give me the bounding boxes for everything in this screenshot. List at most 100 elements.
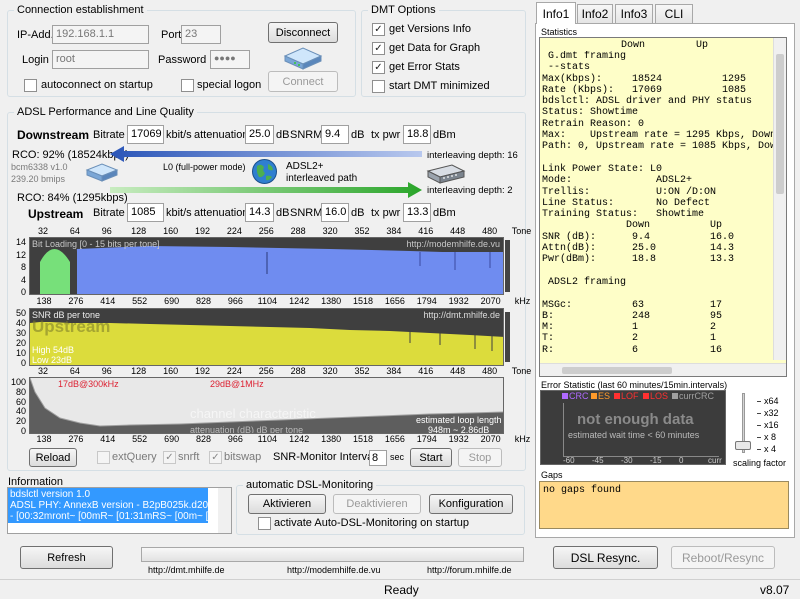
downstream-bitrate-value[interactable]: 17069 (127, 125, 164, 144)
versions-info-checkbox[interactable]: ✓ (372, 23, 385, 36)
upstream-interleave: interleaving depth: 2 (427, 185, 513, 196)
statistics-vscrollbar[interactable] (773, 38, 786, 360)
autoconnect-checkbox[interactable] (24, 79, 37, 92)
information-line: ADSL PHY: AnnexB version - B2pB025k.d20k… (10, 500, 208, 511)
start-minimized-checkbox[interactable] (372, 80, 385, 93)
axis-tick: 828 (195, 434, 212, 444)
refresh-button[interactable]: Refresh (20, 546, 113, 569)
snr-url: http://dmt.mhilfe.de (423, 310, 500, 320)
axis-tick: 966 (227, 434, 243, 444)
upstream-bitrate-unit: kbit/s (166, 207, 192, 219)
password-input[interactable]: ●●●● (210, 50, 250, 69)
special-logon-checkbox[interactable] (181, 79, 194, 92)
error-stats-checkbox[interactable]: ✓ (372, 61, 385, 74)
reboot-resync-button[interactable]: Reboot/Resync (671, 546, 775, 569)
tab-info2[interactable]: Info2 (577, 4, 613, 23)
downstream-interleave: interleaving depth: 16 (427, 150, 518, 161)
information-scrollbar[interactable] (218, 488, 231, 533)
y-axis-tick: 20 (15, 416, 26, 427)
axis-tick: 1518 (352, 434, 374, 444)
disconnect-button[interactable]: Disconnect (268, 22, 338, 43)
login-input[interactable]: root (52, 50, 149, 69)
scale-option[interactable]: x 4 (757, 443, 776, 455)
y-axis-tick: 50 (15, 308, 26, 318)
scale-tick-icon (757, 424, 761, 426)
upstream-txpwr-label: tx pwr (371, 207, 401, 219)
scale-option[interactable]: x32 (757, 407, 779, 419)
activate-button[interactable]: Aktivieren (248, 494, 326, 514)
power-mode: L0 (full-power mode) (163, 162, 246, 172)
tab-info1[interactable]: Info1 (536, 2, 576, 24)
axis-tick: 256 (258, 366, 274, 376)
snrft-label: snrft (178, 451, 200, 463)
axis-tick: kHz (514, 434, 531, 444)
configuration-button[interactable]: Konfiguration (429, 494, 513, 514)
upstream-atten-value[interactable]: 14.3 (245, 203, 274, 222)
version-label: v8.07 (760, 583, 790, 597)
statistics-hscrollbar[interactable] (540, 363, 786, 376)
ip-address-input[interactable]: 192.168.1.1 (52, 25, 149, 44)
snrft-checkbox[interactable]: ✓ (163, 451, 176, 464)
scale-label: x16 (764, 420, 779, 430)
upstream-bitrate-value[interactable]: 1085 (127, 203, 164, 222)
statistics-hscroll-thumb[interactable] (562, 367, 672, 374)
snr-high: High 54dB (32, 345, 75, 355)
scale-option[interactable]: x 8 (757, 431, 776, 443)
scale-option[interactable]: x64 (757, 395, 779, 407)
connect-button[interactable]: Connect (268, 71, 338, 92)
axis-tick: 128 (131, 226, 147, 236)
tab-info3[interactable]: Info3 (615, 4, 653, 23)
error-stat-legend: CRC ES LOF LOS currCRC (544, 391, 724, 401)
axis-tick: 276 (68, 296, 84, 306)
upstream-snrm-value[interactable]: 16.0 (321, 203, 349, 222)
bitswap-checkbox[interactable]: ✓ (209, 451, 222, 464)
downstream-txpwr-value[interactable]: 18.8 (403, 125, 431, 144)
downstream-snrm-value[interactable]: 9.4 (321, 125, 349, 144)
legend-label: ES (598, 391, 611, 401)
y-axis-tick: 8 (20, 262, 26, 272)
axis-tick: 160 (163, 366, 179, 376)
upstream-atten-label: attenuation (194, 207, 249, 219)
axis-tick: 64 (69, 226, 80, 236)
reload-button[interactable]: Reload (29, 448, 77, 467)
axis-tick: 224 (226, 226, 242, 236)
statistics-title: Statistics (541, 27, 578, 37)
scale-label: x 8 (764, 432, 777, 442)
tab-cli[interactable]: CLI (655, 4, 693, 23)
axis-tick: Tone (511, 226, 532, 236)
deactivate-button[interactable]: Deaktivieren (333, 494, 421, 514)
information-box[interactable]: bdslctl version 1.0 ADSL PHY: AnnexB ver… (7, 487, 232, 534)
scaling-slider[interactable] (735, 393, 751, 457)
extquery-checkbox[interactable] (97, 451, 110, 464)
error-stat-chart: CRC ES LOF LOS currCRC not enough data estim… (540, 390, 726, 465)
snr-interval-input[interactable]: 8 (369, 450, 387, 466)
axis-tick: 96 (101, 366, 112, 376)
link-dmt[interactable]: http://dmt.mhilfe.de (148, 565, 225, 575)
gaps-box[interactable]: no gaps found (539, 481, 789, 529)
channel-ann-1mhz: 29dB@1MHz (210, 379, 264, 389)
data-graph-checkbox[interactable]: ✓ (372, 42, 385, 55)
stop-button[interactable]: Stop (458, 448, 502, 467)
channel-atten-note: attenuation (dB) dB per tone (190, 425, 304, 434)
link-forum[interactable]: http://forum.mhilfe.de (427, 565, 512, 575)
error-stat-title: Error Statistic (last 60 minutes/15min.i… (541, 380, 728, 390)
scaling-factor-label: scaling factor (733, 458, 787, 468)
statistics-box[interactable]: Down Up G.dmt framing --stats Max(Kbps):… (539, 37, 787, 377)
port-input[interactable]: 23 (181, 25, 221, 44)
start-button[interactable]: Start (410, 448, 452, 467)
connection-title: Connection establishment (17, 4, 144, 16)
password-label: Password (158, 54, 207, 66)
dslam-icon (426, 164, 466, 184)
upstream-txpwr-value[interactable]: 13.3 (403, 203, 431, 222)
dsl-resync-button[interactable]: DSL Resync. (553, 546, 658, 569)
downstream-atten-value[interactable]: 25.0 (245, 125, 274, 144)
scaling-slider-thumb[interactable] (735, 441, 751, 450)
axis-tick: 224 (226, 366, 242, 376)
scale-option[interactable]: x16 (757, 419, 779, 431)
link-modemhilfe[interactable]: http://modemhilfe.de.vu (287, 565, 381, 575)
auto-monitoring-checkbox[interactable] (258, 517, 271, 530)
error-x-tick: -45 (592, 456, 604, 465)
error-x-tick: -15 (650, 456, 662, 465)
ip-label: IP-Add. (17, 29, 54, 41)
statistics-vscroll-thumb[interactable] (776, 54, 784, 194)
